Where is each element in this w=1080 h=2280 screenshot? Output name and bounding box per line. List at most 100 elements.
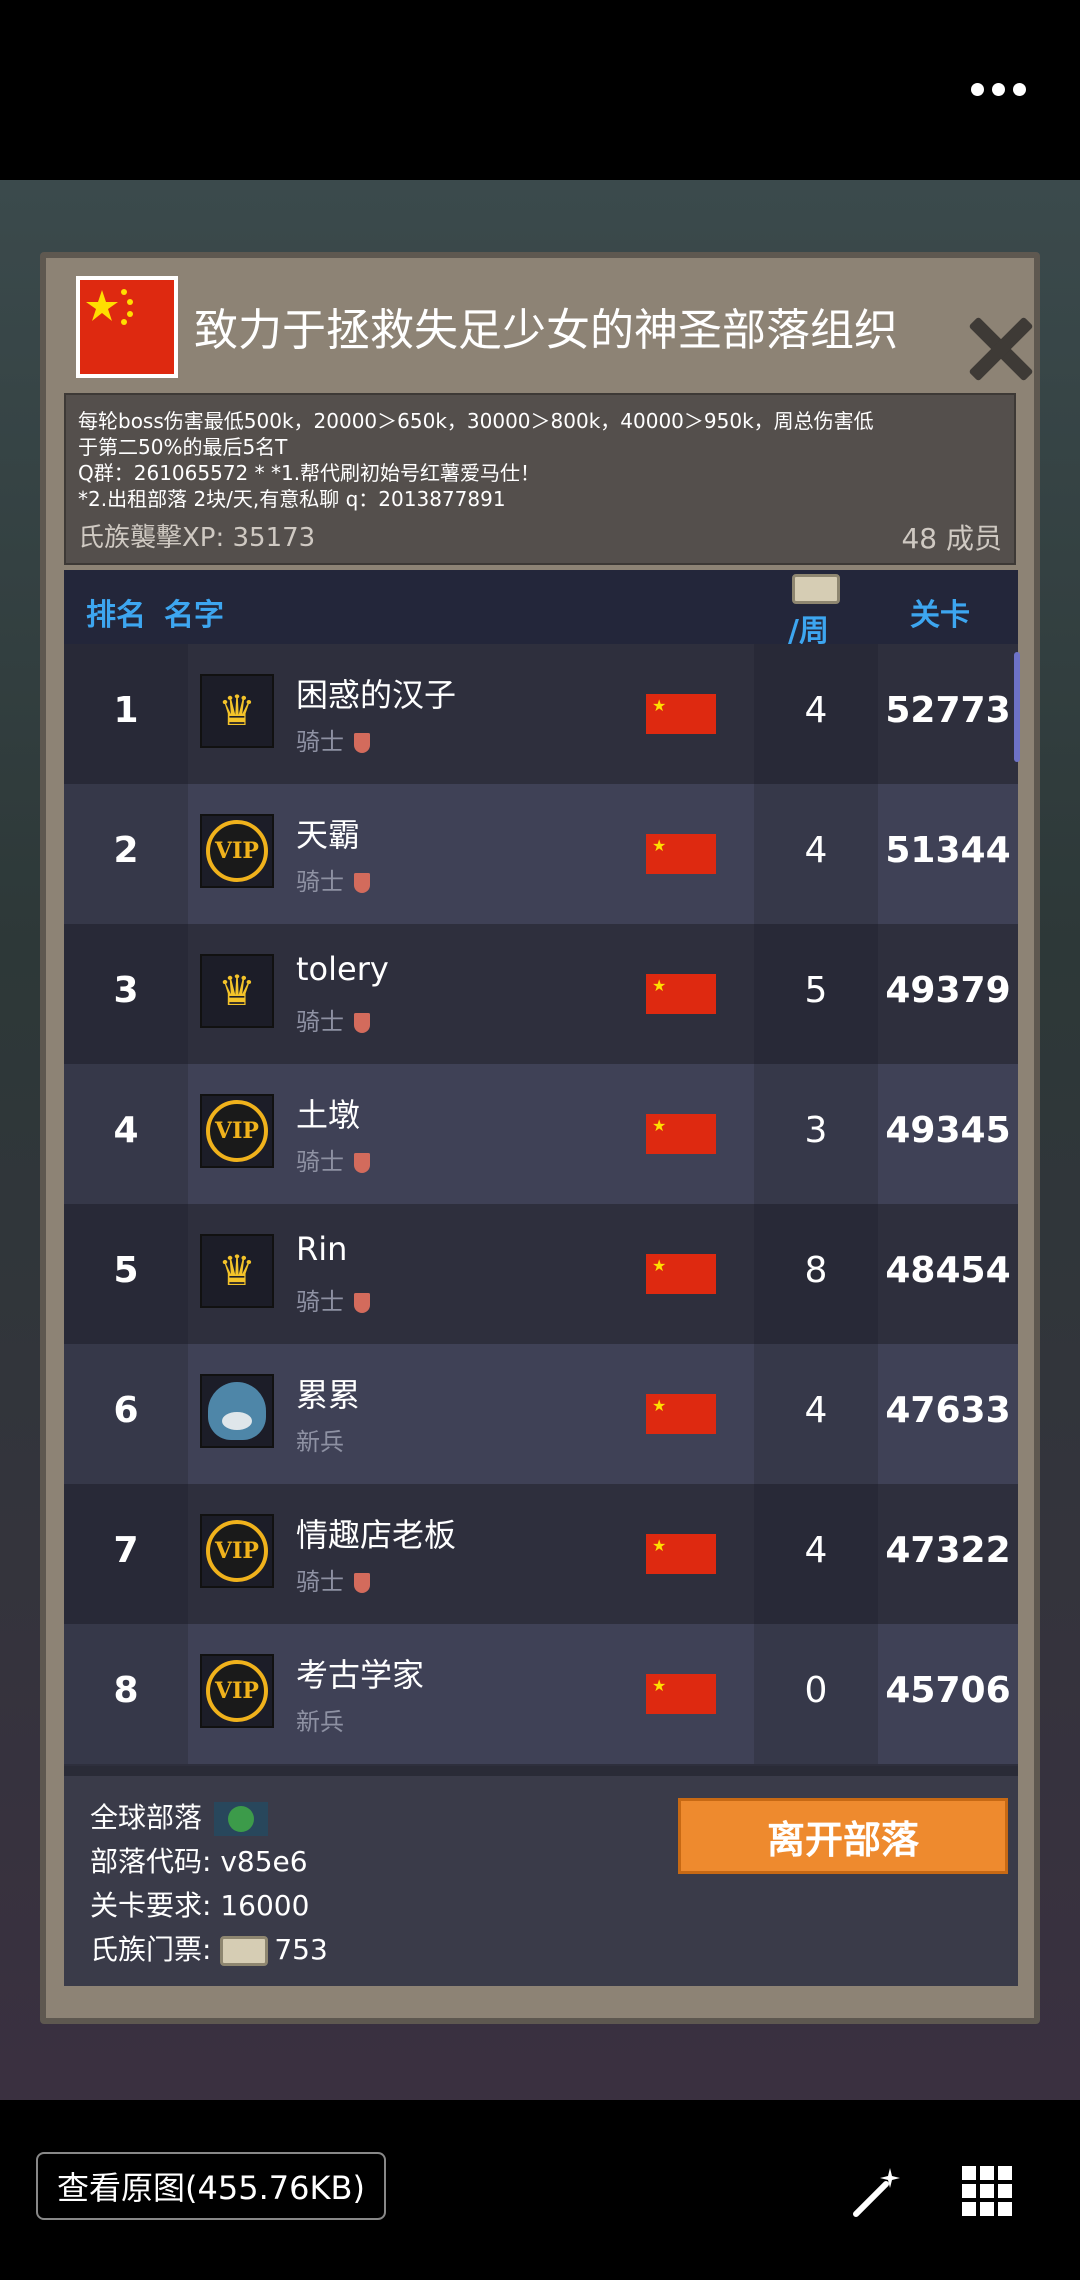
view-original-button[interactable]: 查看原图(455.76KB) [36,2152,386,2220]
member-role-row: 骑士 [296,1562,370,1597]
table-row[interactable]: 6 累累新兵 4 47633 [64,1344,1018,1484]
china-flag-icon [646,1254,716,1294]
vip-badge-icon: VIP [206,820,268,882]
crown-icon: ♛ [218,1246,256,1295]
header-name: 名字 [164,598,224,633]
member-name: 累累 [296,1376,361,1414]
china-flag-icon [76,276,178,378]
level-value: 47633 [885,1390,1011,1431]
description-line: *2.出租部落 2块/天,有意私聊 q：2013877891 [78,487,506,511]
vip-badge-icon: VIP [206,1100,268,1162]
avatar: VIP [200,1654,274,1728]
avatar [200,1374,274,1448]
avatar: ♛ [200,674,274,748]
description-line: Q群：261065572 * *1.帮代刷初始号红薯爱马仕！ [78,461,541,485]
more-options-icon[interactable] [958,64,1038,114]
close-icon[interactable] [966,314,1036,384]
member-role-row: 骑士 [296,862,370,897]
ticket-icon [792,574,840,604]
avatar: VIP [200,1094,274,1168]
global-tribe-label: 全球部落 [90,1801,203,1834]
level-value: 47322 [885,1530,1011,1571]
table-row[interactable]: 1 ♛ 困惑的汉子骑士 4 52773 [64,644,1018,784]
crown-icon: ♛ [218,966,256,1015]
crown-icon: ♛ [218,686,256,735]
member-name: 考古学家 [296,1656,425,1694]
table-header: 排名 名字 /周 关卡 [64,570,1018,649]
week-value: 4 [804,1390,828,1431]
member-role-row: 骑士 [296,1142,370,1177]
level-value: 48454 [885,1250,1011,1291]
member-name: Rin [296,1230,348,1268]
china-flag-icon [646,1674,716,1714]
week-value: 5 [804,970,828,1011]
week-value: 0 [804,1670,828,1711]
clan-raid-xp: 氏族襲擊XP: 35173 [78,523,316,553]
member-role-row: 新兵 [296,1702,344,1737]
level-value: 49379 [885,970,1011,1011]
rank-value: 5 [113,1250,139,1291]
member-role-row: 骑士 [296,722,370,757]
tribe-footer: 全球部落 部落代码: v85e6 关卡要求: 16000 氏族门票: 753 离… [64,1766,1018,1986]
level-value: 49345 [885,1110,1011,1151]
level-value: 51344 [885,830,1011,871]
week-value: 8 [804,1250,828,1291]
china-flag-icon [646,1534,716,1574]
shield-icon [354,1573,370,1593]
member-role: 骑士 [296,868,344,896]
description-line: 于第二50%的最后5名T [78,435,288,459]
member-role: 骑士 [296,1568,344,1596]
mascot-avatar-icon [208,1382,266,1440]
china-flag-icon [646,694,716,734]
magic-wand-icon[interactable] [846,2162,906,2222]
vip-badge-icon: VIP [206,1660,268,1722]
table-row[interactable]: 7 VIP 情趣店老板骑士 4 47322 [64,1484,1018,1624]
scrollbar[interactable] [1014,652,1020,762]
grid-menu-icon[interactable] [962,2166,1012,2216]
member-role-row: 骑士 [296,1282,370,1317]
shield-icon [354,1293,370,1313]
avatar: ♛ [200,1234,274,1308]
tribe-code: 部落代码: v85e6 [90,1845,308,1878]
member-role: 新兵 [296,1428,344,1456]
header-level: 关卡 [910,598,970,633]
table-row[interactable]: 8 VIP 考古学家新兵 0 45706 [64,1624,1018,1764]
tribe-title: 致力于拯救失足少女的神圣部落组织 [194,305,898,356]
table-row[interactable]: 3 ♛ tolery 骑士 5 49379 [64,924,1018,1064]
rank-value: 2 [113,830,139,871]
shield-icon [354,1013,370,1033]
shield-icon [354,1153,370,1173]
shield-icon [354,733,370,753]
member-role: 骑士 [296,1288,344,1316]
china-flag-icon [646,834,716,874]
level-value: 52773 [885,690,1011,731]
description-line: 每轮boss伤害最低500k，20000＞650k，30000＞800k，400… [78,409,874,433]
global-tribe-row: 全球部落 [90,1796,269,1836]
member-role: 骑士 [296,1008,344,1036]
table-row[interactable]: 4 VIP 土墩骑士 3 49345 [64,1064,1018,1204]
tribe-header: 致力于拯救失足少女的神圣部落组织 [76,276,1010,388]
member-name: 困惑的汉子 [296,676,457,714]
tribe-panel: 致力于拯救失足少女的神圣部落组织 每轮boss伤害最低500k，20000＞65… [40,252,1040,2024]
avatar: VIP [200,1514,274,1588]
china-flag-icon [646,1114,716,1154]
viewer-top-bar [0,0,1080,180]
table-row[interactable]: 2 VIP 天霸骑士 4 51344 [64,784,1018,924]
week-value: 4 [804,1530,828,1571]
rank-value: 8 [113,1670,139,1711]
member-name: 土墩 [296,1096,361,1134]
member-role: 新兵 [296,1708,344,1736]
china-flag-icon [646,974,716,1014]
level-requirement: 关卡要求: 16000 [90,1889,310,1922]
avatar: ♛ [200,954,274,1028]
leave-tribe-button[interactable]: 离开部落 [678,1798,1008,1874]
globe-icon [214,1802,269,1836]
clan-ticket-value: 753 [274,1933,328,1966]
header-rank: 排名 [86,598,146,633]
table-row[interactable]: 5 ♛ Rin 骑士 8 48454 [64,1204,1018,1344]
china-flag-icon [646,1394,716,1434]
rank-value: 1 [113,690,139,731]
member-name: 天霸 [296,816,361,854]
member-role-row: 骑士 [296,1002,370,1037]
level-value: 45706 [885,1670,1011,1711]
